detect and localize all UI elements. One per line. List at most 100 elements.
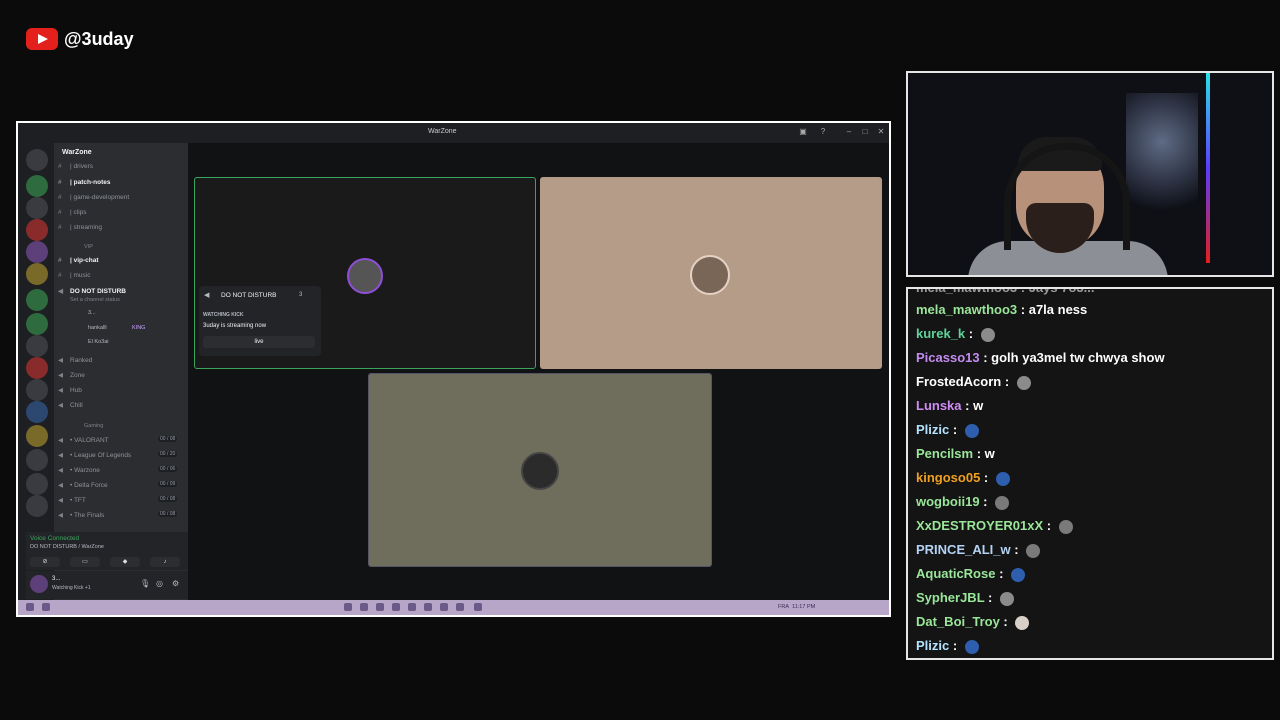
user-count: 00 / 20 bbox=[158, 451, 178, 457]
chat-separator: : bbox=[1001, 374, 1013, 389]
chat-username[interactable]: PRINCE_ALI_w bbox=[916, 542, 1011, 557]
direct-messages-icon[interactable] bbox=[26, 149, 48, 171]
chat-message: kurek_k : bbox=[916, 326, 995, 342]
channel-status[interactable]: Set a channel status bbox=[70, 297, 120, 303]
voice-connected-label: Voice Connected bbox=[30, 535, 80, 542]
add-server-icon[interactable] bbox=[26, 473, 48, 495]
server-icon[interactable] bbox=[26, 379, 48, 401]
server-icon[interactable] bbox=[26, 197, 48, 219]
minimize-button[interactable]: – bbox=[844, 127, 854, 137]
channel-item[interactable]: # | music bbox=[58, 272, 90, 279]
server-icon[interactable] bbox=[26, 219, 48, 241]
chat-username[interactable]: Lunska bbox=[916, 398, 962, 413]
taskbar-app-icon[interactable] bbox=[424, 603, 432, 611]
taskbar-app-icon[interactable] bbox=[376, 603, 384, 611]
voice-connected-panel: Voice Connected DO NOT DISTURB / WarZone… bbox=[26, 532, 188, 570]
taskbar-app-icon[interactable] bbox=[360, 603, 368, 611]
chat-separator: : bbox=[961, 398, 974, 413]
chat-username[interactable]: wogboii19 bbox=[916, 494, 980, 509]
voice-channel[interactable]: ◀ • Warzone bbox=[58, 466, 100, 474]
voice-channel[interactable]: ◀ • VALORANT bbox=[58, 436, 109, 444]
active-voice-channel[interactable]: ◀ DO NOT DISTURB bbox=[58, 287, 126, 295]
taskbar-app-icon[interactable] bbox=[392, 603, 400, 611]
server-icon[interactable] bbox=[26, 357, 48, 379]
channel-item[interactable]: # | patch-notes bbox=[58, 179, 110, 186]
maximize-button[interactable]: □ bbox=[860, 127, 870, 137]
voice-channel[interactable]: ◀ • League Of Legends bbox=[58, 451, 131, 459]
chat-message-partial: mela_mawthoo3 : Jays 7o3... bbox=[916, 287, 1095, 295]
chat-username[interactable]: kingoso05 bbox=[916, 470, 980, 485]
chat-username[interactable]: FrostedAcorn bbox=[916, 374, 1001, 389]
chat-username[interactable]: AquaticRose bbox=[916, 566, 995, 581]
headphones-icon[interactable]: ◎ bbox=[156, 579, 163, 588]
server-icon[interactable] bbox=[26, 289, 48, 311]
category-vip[interactable]: VIP bbox=[84, 244, 93, 250]
live-button[interactable]: live bbox=[203, 336, 315, 348]
youtube-icon bbox=[26, 28, 58, 50]
server-icon[interactable] bbox=[26, 425, 48, 447]
participant-tile[interactable] bbox=[368, 373, 712, 567]
microphone-icon[interactable]: 🎙 bbox=[140, 579, 150, 588]
channel-item[interactable]: # | drivers bbox=[58, 163, 93, 170]
server-icon[interactable] bbox=[26, 401, 48, 423]
camera-off-button[interactable]: ⊘ bbox=[30, 557, 60, 567]
chat-username[interactable]: Picasso13 bbox=[916, 350, 980, 365]
voice-channel[interactable]: ◀ • Delta Force bbox=[58, 481, 108, 489]
activity-button[interactable]: ◆ bbox=[110, 557, 140, 567]
server-icon[interactable] bbox=[26, 263, 48, 285]
soundboard-button[interactable]: ♪ bbox=[150, 557, 180, 567]
server-icon[interactable] bbox=[26, 313, 48, 335]
wall-art bbox=[1126, 93, 1198, 233]
chat-username[interactable]: Plizic bbox=[916, 422, 949, 437]
voice-channel[interactable]: ◀ Chill bbox=[58, 401, 83, 409]
channel-item[interactable]: # | vip-chat bbox=[58, 257, 99, 264]
stream-chat: mela_mawthoo3 : Jays 7o3... mela_mawthoo… bbox=[906, 287, 1274, 660]
voice-user[interactable]: hankalll bbox=[88, 325, 107, 331]
channel-item[interactable]: # | clips bbox=[58, 209, 87, 216]
close-button[interactable]: ✕ bbox=[876, 127, 886, 137]
inbox-icon[interactable]: ▣ bbox=[798, 127, 808, 137]
chat-username[interactable]: Pencilsm bbox=[916, 446, 973, 461]
category-gaming[interactable]: Gaming bbox=[84, 423, 103, 429]
help-icon[interactable]: ? bbox=[818, 127, 828, 137]
participant-tile[interactable]: ◀ DO NOT DISTURB 3 WATCHING KICK 3uday i… bbox=[194, 177, 536, 369]
channel-item[interactable]: # | streaming bbox=[58, 224, 102, 231]
voice-connected-channel[interactable]: DO NOT DISTURB / WarZone bbox=[30, 544, 104, 550]
voice-channel[interactable]: ◀ Ranked bbox=[58, 356, 92, 364]
chat-username[interactable]: Plizic bbox=[916, 638, 949, 653]
discover-icon[interactable] bbox=[26, 495, 48, 517]
server-icon[interactable] bbox=[26, 175, 48, 197]
voice-channel[interactable]: ◀ Hub bbox=[58, 386, 82, 394]
taskbar-app-icon[interactable] bbox=[440, 603, 448, 611]
chat-username[interactable]: kurek_k bbox=[916, 326, 965, 341]
avatar[interactable] bbox=[30, 575, 48, 593]
server-icon[interactable] bbox=[26, 449, 48, 471]
guild-name[interactable]: WarZone bbox=[62, 149, 92, 156]
chat-username[interactable]: XxDESTROYER01xX bbox=[916, 518, 1043, 533]
taskbar-app-icon[interactable] bbox=[456, 603, 464, 611]
server-icon[interactable] bbox=[26, 335, 48, 357]
chat-separator: : bbox=[999, 614, 1012, 629]
system-tray[interactable]: FRA 11:17 PM bbox=[778, 604, 815, 610]
participant-tile[interactable] bbox=[540, 177, 882, 369]
server-icon[interactable] bbox=[26, 241, 48, 263]
voice-channel[interactable]: ◀ • The Finals bbox=[58, 511, 104, 519]
taskbar-app-icon[interactable] bbox=[344, 603, 352, 611]
voice-user[interactable]: El Ko3ai bbox=[88, 339, 109, 345]
emote-icon bbox=[995, 495, 1010, 510]
windows-start-icon[interactable] bbox=[26, 603, 34, 611]
voice-channel[interactable]: ◀ • TFT bbox=[58, 496, 86, 504]
voice-channel[interactable]: ◀ Zone bbox=[58, 371, 85, 379]
chat-username[interactable]: SypherJBL bbox=[916, 590, 984, 605]
taskbar-app-icon[interactable] bbox=[474, 603, 482, 611]
screen-share-button[interactable]: ▭ bbox=[70, 557, 100, 567]
chat-username[interactable]: mela_mawthoo3 bbox=[916, 302, 1017, 317]
channel-item[interactable]: # | game-development bbox=[58, 194, 129, 201]
chat-message: XxDESTROYER01xX : bbox=[916, 518, 1073, 534]
taskbar-app-icon[interactable] bbox=[408, 603, 416, 611]
gear-icon[interactable]: ⚙ bbox=[172, 579, 179, 588]
task-view-icon[interactable] bbox=[42, 603, 50, 611]
chat-separator: : bbox=[1010, 542, 1023, 557]
voice-user[interactable]: 3... bbox=[88, 310, 96, 316]
chat-username[interactable]: Dat_Boi_Troy bbox=[916, 614, 1000, 629]
